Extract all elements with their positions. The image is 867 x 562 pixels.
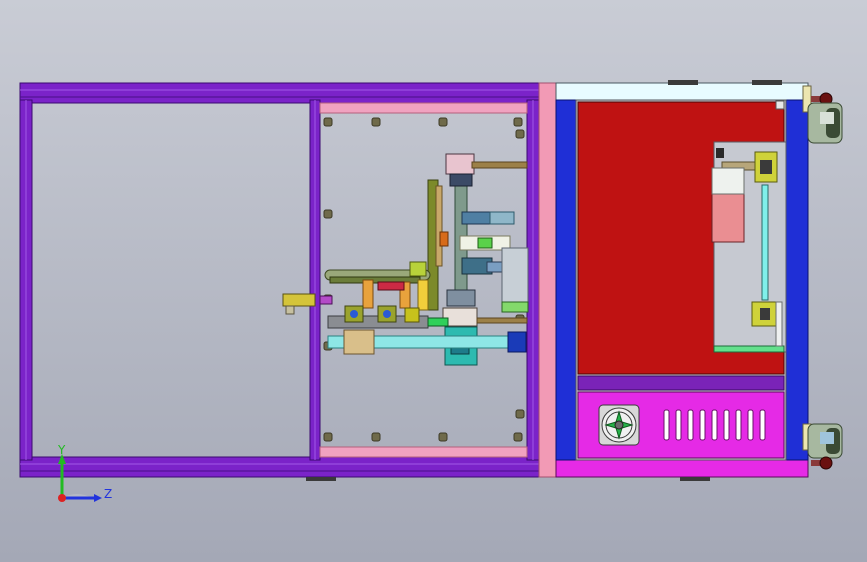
leveling-foot-icon-lower (802, 423, 843, 470)
y-axis-label: Y (57, 443, 66, 457)
leveling-foot-icon (802, 85, 843, 144)
divider-column (538, 82, 557, 478)
machine-drawing: Y Z (19, 80, 843, 502)
cooling-fan-icon (598, 404, 640, 446)
cad-viewport[interactable]: Y Z (0, 0, 867, 562)
z-axis-label: Z (104, 487, 112, 501)
